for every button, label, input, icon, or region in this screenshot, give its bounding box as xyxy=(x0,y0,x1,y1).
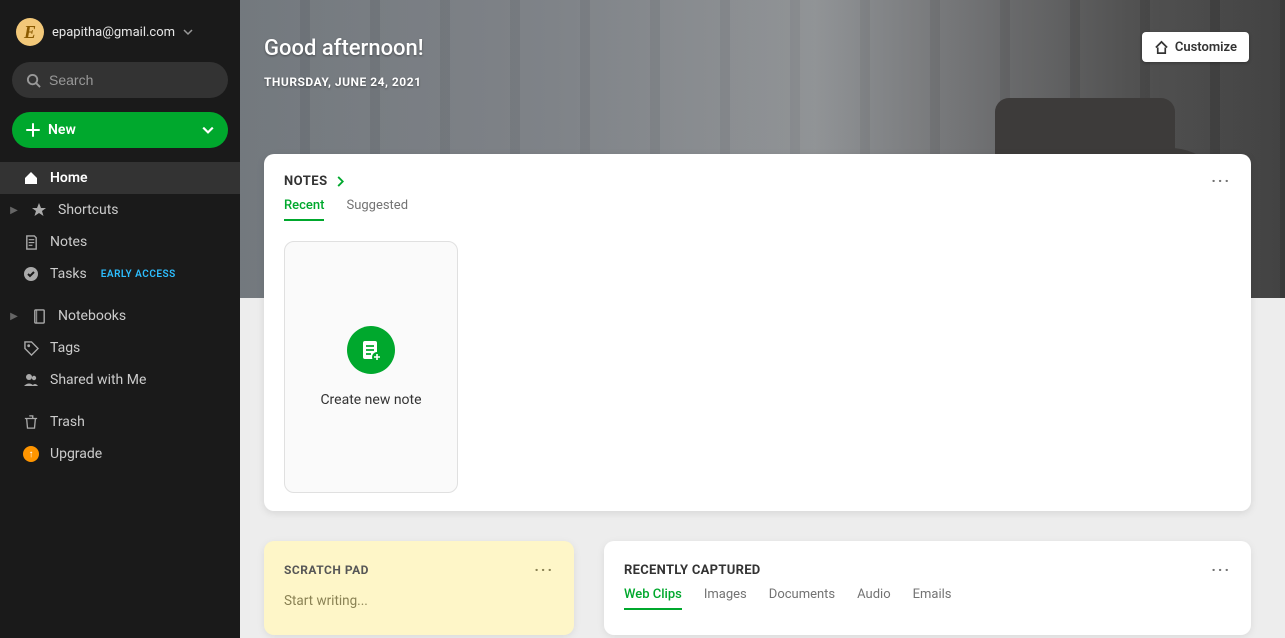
caret-right-icon[interactable]: ▶ xyxy=(8,311,20,322)
tab-suggested[interactable]: Suggested xyxy=(346,198,408,221)
scratch-more-button[interactable]: ··· xyxy=(534,561,554,579)
notes-title-link[interactable]: NOTES xyxy=(284,174,344,189)
nav-notebooks[interactable]: ▶ Notebooks xyxy=(0,300,240,332)
search-input[interactable] xyxy=(49,72,214,88)
account-email: epapitha@gmail.com xyxy=(52,25,175,40)
star-icon xyxy=(30,202,48,218)
people-icon xyxy=(22,372,40,388)
recently-captured-widget: RECENTLY CAPTURED ··· Web Clips Images D… xyxy=(604,541,1251,635)
tag-icon xyxy=(22,341,40,356)
nav-shortcuts[interactable]: ▶ Shortcuts xyxy=(0,194,240,226)
chevron-down-icon[interactable] xyxy=(202,124,214,136)
avatar: E xyxy=(16,18,44,46)
captured-tabs: Web Clips Images Documents Audio Emails xyxy=(624,587,1231,610)
nav-tags-label: Tags xyxy=(50,340,80,356)
nav-tags[interactable]: Tags xyxy=(0,332,240,364)
nav-tasks[interactable]: Tasks EARLY ACCESS xyxy=(0,258,240,290)
main-area: Good afternoon! THURSDAY, JUNE 24, 2021 … xyxy=(240,0,1285,638)
account-menu[interactable]: E epapitha@gmail.com xyxy=(0,14,240,56)
upgrade-icon: ↑ xyxy=(22,446,40,462)
check-circle-icon xyxy=(22,266,40,282)
search-box[interactable] xyxy=(12,62,228,98)
notebook-icon xyxy=(30,309,48,324)
scratch-title: SCRATCH PAD xyxy=(284,563,369,577)
scratch-input[interactable]: Start writing... xyxy=(284,593,554,609)
note-icon xyxy=(22,235,40,250)
tab-documents[interactable]: Documents xyxy=(769,587,835,610)
caret-right-icon[interactable]: ▶ xyxy=(8,205,20,216)
home-icon xyxy=(22,170,40,186)
scratch-pad-widget: SCRATCH PAD ··· Start writing... xyxy=(264,541,574,635)
nav-home-label: Home xyxy=(50,170,88,186)
nav-notes-label: Notes xyxy=(50,234,87,250)
create-note-label: Create new note xyxy=(320,392,421,408)
nav-notes[interactable]: Notes xyxy=(0,226,240,258)
nav-trash[interactable]: Trash xyxy=(0,406,240,438)
tab-emails[interactable]: Emails xyxy=(913,587,952,610)
chevron-down-icon xyxy=(183,27,193,37)
nav-home[interactable]: Home xyxy=(0,162,240,194)
trash-icon xyxy=(22,415,40,429)
customize-icon xyxy=(1154,40,1169,55)
captured-more-button[interactable]: ··· xyxy=(1211,561,1231,579)
new-button[interactable]: New xyxy=(12,112,228,148)
early-access-badge: EARLY ACCESS xyxy=(101,269,176,280)
notes-widget: NOTES ··· Recent Suggested Create new no… xyxy=(264,154,1251,511)
create-note-card[interactable]: Create new note xyxy=(284,241,458,493)
date-text: THURSDAY, JUNE 24, 2021 xyxy=(264,75,424,89)
tab-images[interactable]: Images xyxy=(704,587,747,610)
tab-audio[interactable]: Audio xyxy=(857,587,890,610)
tab-webclips[interactable]: Web Clips xyxy=(624,587,682,610)
customize-label: Customize xyxy=(1175,40,1237,55)
sidebar: E epapitha@gmail.com New Home ▶ xyxy=(0,0,240,638)
plus-icon xyxy=(26,123,40,137)
customize-button[interactable]: Customize xyxy=(1142,32,1249,62)
captured-title: RECENTLY CAPTURED xyxy=(624,563,761,578)
create-note-icon xyxy=(347,326,395,374)
notes-more-button[interactable]: ··· xyxy=(1211,172,1231,190)
nav-trash-label: Trash xyxy=(50,414,85,430)
tab-recent[interactable]: Recent xyxy=(284,198,324,221)
greeting-text: Good afternoon! xyxy=(264,36,424,61)
nav-shared[interactable]: Shared with Me xyxy=(0,364,240,396)
notes-title: NOTES xyxy=(284,174,328,189)
notes-tabs: Recent Suggested xyxy=(284,198,1231,221)
nav-upgrade[interactable]: ↑ Upgrade xyxy=(0,438,240,470)
nav-shared-label: Shared with Me xyxy=(50,372,146,388)
search-icon xyxy=(26,73,41,88)
nav-notebooks-label: Notebooks xyxy=(58,308,126,324)
nav-upgrade-label: Upgrade xyxy=(50,446,102,462)
chevron-right-icon xyxy=(336,176,344,187)
nav-shortcuts-label: Shortcuts xyxy=(58,202,119,218)
nav-tasks-label: Tasks xyxy=(50,266,87,282)
new-button-label: New xyxy=(48,122,76,138)
